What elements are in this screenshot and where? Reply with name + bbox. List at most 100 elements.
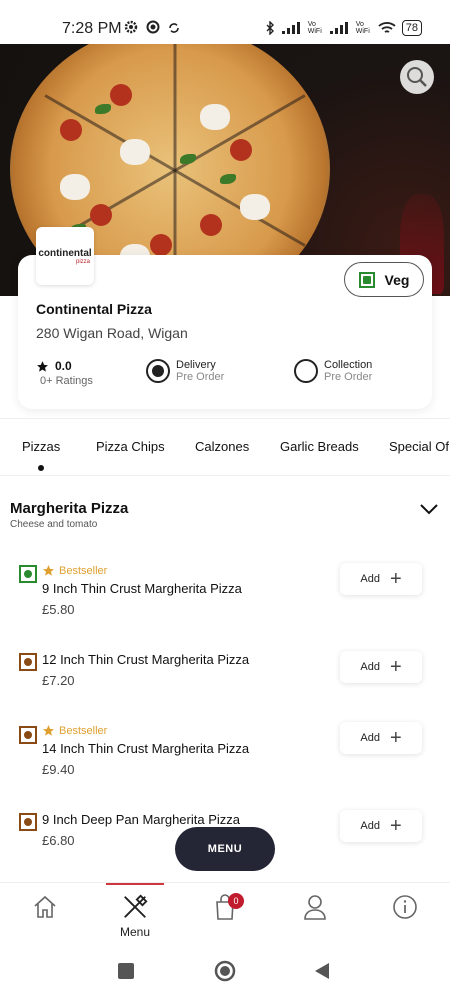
add-to-cart-button[interactable]: Add + [340,810,422,842]
item-price: £9.40 [42,762,75,777]
plus-icon: + [389,656,402,678]
cart-count-badge: 0 [228,893,244,909]
star-icon [43,725,54,736]
menu-fab-button[interactable]: MENU [175,827,275,871]
star-icon [43,565,54,576]
signal-icon [281,22,300,34]
settings-icon [124,20,138,34]
collection-subtitle: Pre Order [324,371,373,383]
veg-filter-toggle[interactable]: Veg [344,262,424,297]
rating-block: 0.0 0+ Ratings [36,359,93,387]
mozzarella [120,139,150,165]
slice-cut [173,44,177,171]
plus-icon: + [389,568,402,590]
search-icon [407,67,427,87]
mozzarella [240,194,270,220]
tab-special-offers[interactable]: Special Of [389,439,449,454]
back-icon[interactable] [313,962,331,980]
nonveg-indicator-icon [19,813,37,831]
item-name: 14 Inch Thin Crust Margherita Pizza [42,741,250,756]
collection-radio[interactable] [294,359,318,383]
item-price: £6.80 [42,833,75,848]
logo-subtext: pizza [75,258,90,265]
battery-indicator: 78 [401,20,422,36]
bottom-nav: Menu 0 [0,882,450,944]
tab-garlic-breads[interactable]: Garlic Breads [280,439,359,454]
nav-cart[interactable]: 0 [195,883,255,945]
profile-icon [304,895,326,920]
pepperoni [230,139,252,161]
chevron-down-icon[interactable] [418,498,440,520]
signal-icon [329,22,348,34]
item-price: £5.80 [42,602,75,617]
tab-pizzas[interactable]: Pizzas [22,439,60,454]
pepperoni [150,234,172,256]
delivery-subtitle: Pre Order [176,371,225,383]
menu-item[interactable]: Bestseller 9 Inch Thin Crust Margherita … [0,560,450,630]
bestseller-label: Bestseller [59,724,108,737]
home-button-icon[interactable] [214,960,236,982]
plus-icon: + [389,815,402,837]
add-to-cart-button[interactable]: Add + [340,563,422,595]
restaurant-info-card: continental pizza Veg Continental Pizza … [18,227,432,409]
menu-item[interactable]: Bestseller 14 Inch Thin Crust Margherita… [0,721,450,791]
nav-menu[interactable]: Menu [105,883,165,945]
mozzarella [200,104,230,130]
menu-item[interactable]: 12 Inch Thin Crust Margherita Pizza £7.2… [0,648,450,718]
nav-profile[interactable] [285,883,345,945]
veg-toggle-label: Veg [384,271,410,288]
delivery-radio[interactable] [146,359,170,383]
pepperoni [90,204,112,226]
status-bar: 7:28 PM Vo WiFi Vo WiFi 78 [0,0,450,44]
star-icon [37,360,48,372]
nav-home[interactable] [15,883,75,945]
logo-text: continental [38,247,92,259]
bluetooth-icon [266,21,274,35]
restaurant-logo: continental pizza [36,227,94,285]
category-tabs: Pizzas Pizza Chips Calzones Garlic Bread… [0,418,450,476]
tab-calzones[interactable]: Calzones [195,439,249,454]
active-tab-indicator [38,465,44,471]
veg-indicator-icon [358,271,375,288]
restaurant-address: 280 Wigan Road, Wigan [36,325,188,341]
sync-icon [168,23,179,33]
restaurant-name: Continental Pizza [36,301,152,317]
plus-icon: + [389,727,402,749]
status-right-icons: Vo WiFi Vo WiFi 78 [264,20,422,36]
mozzarella [60,174,90,200]
item-price: £7.20 [42,673,75,688]
vowifi-label: Vo WiFi [355,21,370,35]
delivery-option[interactable]: Delivery Pre Order [146,359,224,383]
active-nav-indicator [106,883,164,885]
status-left-icons [124,20,180,37]
collection-option[interactable]: Collection Pre Order [294,359,372,383]
add-label: Add [360,573,380,585]
system-nav-bar [0,944,450,1000]
pepperoni [60,119,82,141]
item-name: 12 Inch Thin Crust Margherita Pizza [42,652,250,667]
bestseller-label: Bestseller [59,564,108,577]
info-icon [393,895,417,919]
nonveg-indicator-icon [19,653,37,671]
add-label: Add [360,661,380,673]
nav-menu-label: Menu [119,925,151,939]
item-name: 9 Inch Deep Pan Margherita Pizza [42,812,240,827]
rating-count: 0+ Ratings [40,375,93,387]
status-time: 7:28 PM [62,20,122,37]
pepperoni [200,214,222,236]
wifi-icon [378,21,396,33]
section-title: Margherita Pizza [10,500,129,517]
pepperoni [110,84,132,106]
collection-title: Collection [324,359,373,371]
recent-apps-icon[interactable] [117,962,135,980]
add-to-cart-button[interactable]: Add + [340,722,422,754]
item-name: 9 Inch Thin Crust Margherita Pizza [42,581,242,596]
tab-pizza-chips[interactable]: Pizza Chips [96,439,165,454]
nav-info[interactable] [375,883,435,945]
search-button[interactable] [400,60,434,94]
delivery-title: Delivery [176,359,216,371]
add-label: Add [360,732,380,744]
circle-icon [146,20,160,34]
add-to-cart-button[interactable]: Add + [340,651,422,683]
home-icon [34,895,56,918]
